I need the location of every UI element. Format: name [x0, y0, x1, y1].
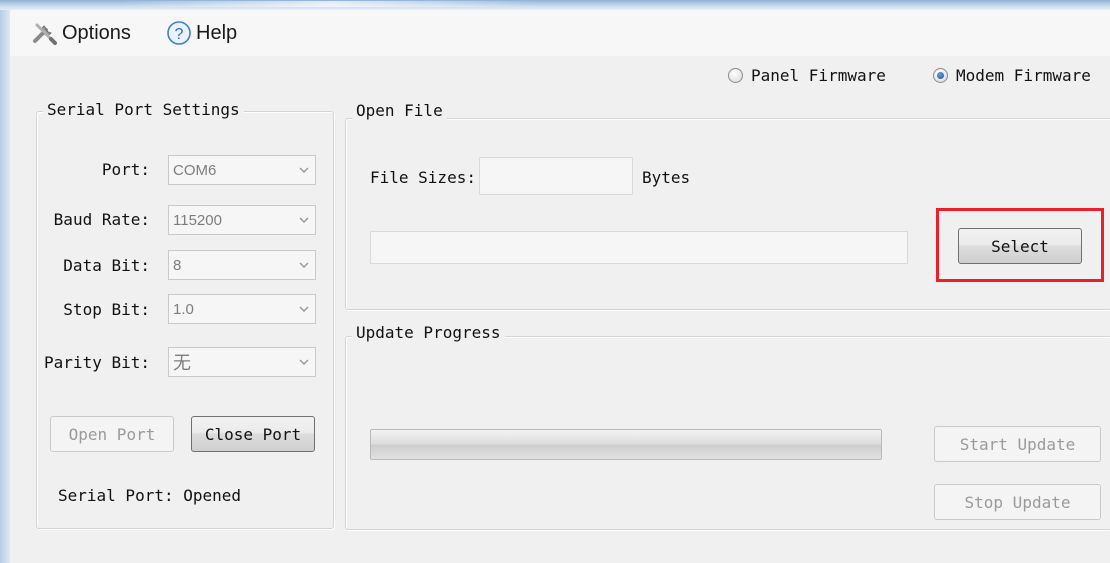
parity-bit-value: 无 — [173, 353, 191, 373]
parity-bit-label: Parity Bit: — [44, 353, 150, 372]
file-path-field[interactable] — [370, 231, 908, 264]
help-icon: ? — [166, 20, 192, 46]
data-bit-label: Data Bit: — [63, 256, 150, 275]
window-title-bar — [0, 0, 1110, 10]
serial-settings-title: Serial Port Settings — [43, 100, 244, 119]
stop-bit-value: 1.0 — [173, 300, 194, 318]
title-bar-gloss — [120, 1, 540, 7]
chevron-down-icon[interactable] — [293, 262, 315, 268]
port-label: Port: — [101, 160, 150, 179]
chevron-down-icon[interactable] — [293, 217, 315, 223]
stop-bit-label: Stop Bit: — [63, 300, 150, 319]
chevron-down-icon[interactable] — [293, 359, 315, 365]
update-progress-title: Update Progress — [352, 323, 505, 342]
port-value: COM6 — [173, 161, 217, 179]
chevron-down-icon[interactable] — [293, 167, 315, 173]
radio-modem-indicator[interactable] — [933, 67, 948, 83]
open-file-title: Open File — [352, 101, 447, 120]
window-border — [0, 10, 10, 563]
stop-bit-select[interactable]: 1.0 — [168, 294, 316, 324]
menu-help-label: Help — [196, 21, 238, 44]
stop-update-button[interactable]: Stop Update — [934, 484, 1101, 520]
radio-panel-firmware[interactable]: Panel Firmware — [728, 62, 886, 88]
open-port-button[interactable]: Open Port — [50, 416, 174, 452]
radio-panel-indicator[interactable] — [728, 67, 743, 83]
radio-panel-label: Panel Firmware — [751, 65, 886, 85]
parity-bit-select[interactable]: 无 — [168, 347, 316, 377]
serial-status-text: Serial Port: Opened — [58, 486, 242, 505]
port-select[interactable]: COM6 — [168, 155, 316, 185]
baud-value: 115200 — [173, 211, 222, 229]
menu-bar: Options ? Help — [10, 10, 1110, 56]
data-bit-value: 8 — [173, 256, 182, 274]
svg-text:?: ? — [175, 26, 184, 43]
file-size-field — [479, 157, 633, 195]
tools-icon — [32, 21, 58, 45]
baud-label: Baud Rate: — [53, 210, 150, 229]
menu-options[interactable]: Options — [32, 10, 131, 56]
data-bit-select[interactable]: 8 — [168, 250, 316, 280]
radio-modem-label: Modem Firmware — [956, 65, 1091, 85]
menu-help[interactable]: ? Help — [166, 10, 237, 56]
start-update-button[interactable]: Start Update — [934, 426, 1101, 462]
select-file-button[interactable]: Select — [958, 228, 1082, 264]
update-progress-bar — [370, 429, 882, 460]
chevron-down-icon[interactable] — [293, 306, 315, 312]
radio-modem-firmware[interactable]: Modem Firmware — [933, 62, 1091, 88]
close-port-button[interactable]: Close Port — [191, 416, 315, 452]
file-size-unit: Bytes — [642, 168, 691, 187]
menu-options-label: Options — [62, 21, 131, 44]
file-size-label: File Sizes: — [370, 168, 476, 187]
baud-select[interactable]: 115200 — [168, 205, 316, 235]
